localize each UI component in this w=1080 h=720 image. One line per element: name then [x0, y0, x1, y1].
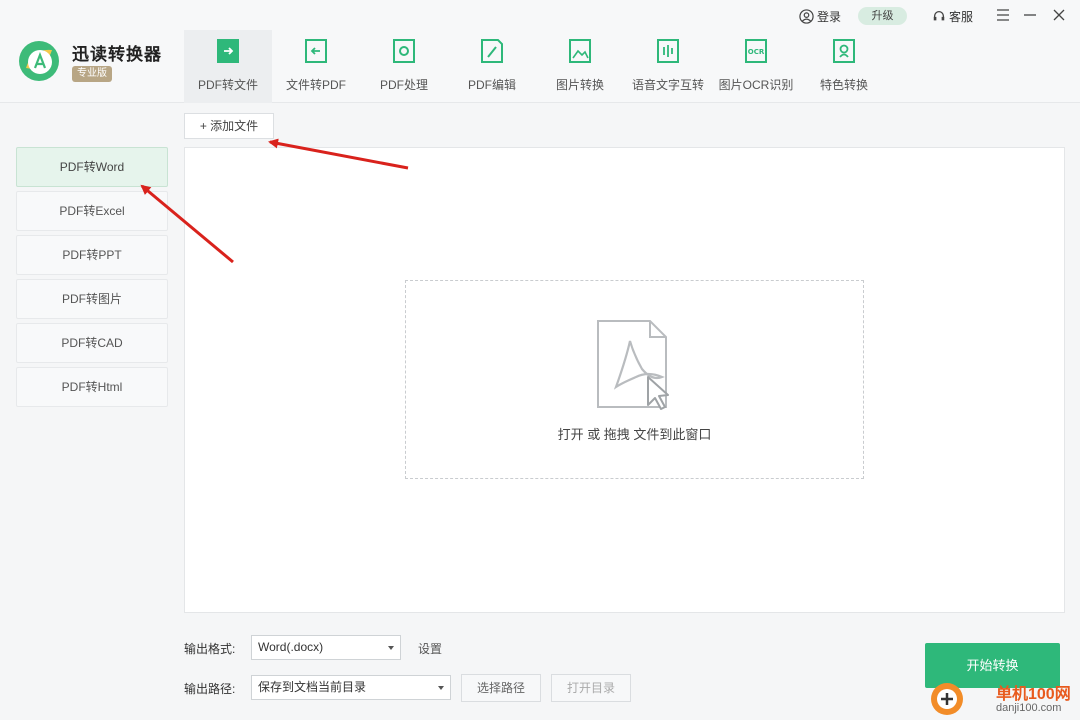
special-convert-icon — [833, 39, 855, 63]
tab-special-convert[interactable]: 特色转换 — [800, 30, 888, 103]
output-path-label: 输出路径: — [184, 682, 236, 696]
menu-icon — [997, 9, 1009, 21]
pdf-edit-icon — [481, 39, 503, 63]
app-title: 迅读转换器 — [72, 45, 162, 64]
watermark-logo-icon — [931, 683, 963, 715]
service-label: 客服 — [949, 9, 974, 24]
output-format-label: 输出格式: — [184, 642, 236, 656]
svg-text:OCR: OCR — [748, 48, 765, 56]
tab-image-convert[interactable]: 图片转换 — [536, 30, 624, 103]
output-path-value: 保存到文档当前目录 — [258, 680, 367, 694]
chevron-down-icon — [438, 686, 444, 690]
sidebar-item-pdf-to-image[interactable]: PDF转图片 — [16, 279, 168, 319]
pdf-file-drop-icon — [597, 320, 669, 410]
sidebar-item-pdf-to-ppt[interactable]: PDF转PPT — [16, 235, 168, 275]
watermark-subtext: danji100.com — [996, 702, 1062, 714]
tab-pdf-to-file[interactable]: PDF转文件 — [184, 30, 272, 103]
minimize-button[interactable] — [1020, 5, 1040, 25]
login-button[interactable]: 登录 — [799, 7, 841, 25]
upgrade-button[interactable]: 升级 — [858, 7, 907, 25]
tab-pdf-process[interactable]: PDF处理 — [360, 30, 448, 103]
minimize-icon — [1024, 14, 1036, 16]
tab-label: 图片OCR识别 — [718, 78, 794, 92]
sidebar-item-pdf-to-excel[interactable]: PDF转Excel — [16, 191, 168, 231]
tab-label: PDF处理 — [379, 78, 428, 92]
customer-service-button[interactable]: 客服 — [932, 7, 973, 25]
sidebar-item-pdf-to-word[interactable]: PDF转Word — [16, 147, 168, 187]
headset-icon — [933, 10, 945, 21]
pdf-process-icon — [393, 39, 415, 63]
close-icon — [1053, 9, 1065, 21]
top-bar: 迅读转换器 专业版 PDF转文件 文件转PDF PDF处理 PDF编辑 图片转换… — [0, 0, 1080, 103]
tab-label: 文件转PDF — [285, 78, 346, 92]
tab-pdf-edit[interactable]: PDF编辑 — [448, 30, 536, 103]
drop-zone[interactable]: 打开 或 拖拽 文件到此窗口 — [405, 280, 864, 479]
pdf-to-file-icon — [217, 39, 239, 63]
output-format-value: Word(.docx) — [258, 640, 324, 654]
drop-zone-hint: 打开 或 拖拽 文件到此窗口 — [557, 427, 712, 442]
user-icon — [799, 8, 814, 24]
speech-text-icon — [657, 39, 679, 63]
sidebar-item-pdf-to-cad[interactable]: PDF转CAD — [16, 323, 168, 363]
output-format-select[interactable]: Word(.docx) — [251, 635, 401, 660]
sidebar-item-pdf-to-html[interactable]: PDF转Html — [16, 367, 168, 407]
ocr-icon: OCR — [745, 39, 767, 63]
edition-badge: 专业版 — [72, 66, 112, 82]
tab-label: 图片转换 — [555, 78, 604, 92]
close-button[interactable] — [1049, 5, 1069, 25]
add-file-button[interactable]: + 添加文件 — [184, 113, 274, 139]
tab-ocr[interactable]: OCR 图片OCR识别 — [712, 30, 800, 103]
tab-speech-text[interactable]: 语音文字互转 — [624, 30, 712, 103]
tab-label: PDF编辑 — [467, 78, 516, 92]
watermark-text: 单机100网 — [996, 686, 1071, 703]
tab-label: 特色转换 — [819, 78, 868, 92]
open-directory-button[interactable]: 打开目录 — [551, 674, 631, 702]
login-label: 登录 — [817, 9, 842, 24]
tab-label: PDF转文件 — [197, 78, 258, 92]
output-path-select[interactable]: 保存到文档当前目录 — [251, 675, 451, 700]
menu-button[interactable] — [993, 5, 1013, 25]
tab-file-to-pdf[interactable]: 文件转PDF — [272, 30, 360, 103]
settings-link[interactable]: 设置 — [418, 640, 442, 657]
image-convert-icon — [569, 39, 591, 63]
choose-path-button[interactable]: 选择路径 — [461, 674, 541, 702]
file-to-pdf-icon — [305, 39, 327, 63]
chevron-down-icon — [388, 646, 394, 650]
tab-label: 语音文字互转 — [631, 78, 704, 92]
app-logo-icon — [19, 41, 59, 81]
